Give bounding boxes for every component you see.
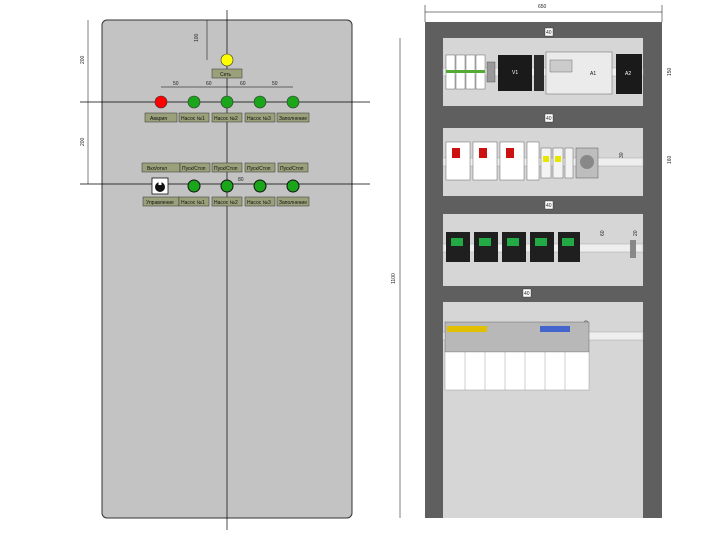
controller-a1-label: A1	[590, 71, 596, 77]
contactor-4	[526, 141, 540, 181]
indicator-power-lamp	[220, 53, 234, 67]
fuse-holder-1	[540, 147, 552, 179]
pump3-button[interactable]	[253, 179, 267, 193]
front-panel: 100 200 200 50 60 60 50 80 Сеть Авария Н…	[80, 10, 370, 530]
motor-breaker-4-dial	[535, 238, 547, 246]
dim-right-2: 160	[667, 155, 673, 164]
motor-breaker-2	[474, 232, 498, 262]
contactor-1	[445, 141, 471, 181]
end-stop	[630, 240, 636, 258]
control-bottom-label-4: Насос №3	[247, 200, 271, 206]
motor-breaker-3	[502, 232, 526, 262]
socket-module-face	[580, 155, 594, 169]
dim-s3: 60	[240, 81, 246, 87]
duct-gap-label-4: 40	[524, 291, 530, 297]
contactor-1-button	[452, 148, 460, 158]
terminal-strip-blue	[540, 326, 570, 332]
indicator-pump3-lamp	[253, 95, 267, 109]
motor-breaker-2-dial	[479, 238, 491, 246]
fill-button[interactable]	[286, 179, 300, 193]
indicator-pump3-label: Насос №3	[247, 116, 271, 122]
contactor-2	[472, 141, 498, 181]
dim-height-label: 1100	[391, 273, 397, 284]
dim-left-upper-label: 200	[80, 55, 86, 64]
breaker-green-band	[446, 70, 485, 73]
terminal-labels	[444, 351, 590, 391]
duct-gap-label-1: 40	[546, 30, 552, 36]
relay-module	[534, 55, 544, 91]
pump1-button[interactable]	[187, 179, 201, 193]
control-top-label-5: Пуск/Стоп	[280, 166, 304, 172]
pump2-button[interactable]	[220, 179, 234, 193]
terminal-strip-yellow	[447, 326, 487, 332]
dim-right-1: 150	[667, 67, 673, 76]
indicator-pump1-lamp	[187, 95, 201, 109]
dim-right-4: 60	[600, 230, 606, 236]
dim-right-5: 20	[633, 230, 639, 236]
dim-s4: 50	[272, 81, 278, 87]
fuse-holder-1-cap	[543, 156, 549, 162]
indicator-pump1-label: Насос №1	[181, 116, 205, 122]
contactor-3	[499, 141, 525, 181]
dim-row2-center: 80	[238, 177, 244, 183]
indicator-fill-lamp	[286, 95, 300, 109]
motor-breaker-4	[530, 232, 554, 262]
contactor-2-button	[479, 148, 487, 158]
contactor-3-button	[506, 148, 514, 158]
dim-top-label: 100	[194, 33, 200, 42]
motor-breaker-5	[558, 232, 580, 262]
control-top-label-3: Пуск/Стоп	[214, 166, 238, 172]
mounting-panel: 650 1100 40 40 40 40 150 160 30 60 20 10	[391, 4, 673, 518]
diagram-canvas: 100 200 200 50 60 60 50 80 Сеть Авария Н…	[80, 4, 673, 530]
dim-s1: 50	[173, 81, 179, 87]
cable-duct-2	[443, 106, 643, 128]
dim-s2: 60	[206, 81, 212, 87]
cable-duct-4	[443, 286, 643, 302]
cable-duct-1	[443, 28, 643, 38]
dim-right-3: 30	[619, 152, 625, 158]
controller-a1	[545, 51, 613, 95]
cable-duct-3	[443, 196, 643, 214]
module-a2-label: A2	[625, 71, 631, 77]
indicator-alarm-lamp	[154, 95, 168, 109]
motor-breaker-3-dial	[507, 238, 519, 246]
control-bottom-label-5: Заполнение	[279, 200, 307, 206]
duct-gap-label-2: 40	[546, 116, 552, 122]
motor-breaker-5-dial	[562, 238, 574, 246]
control-top-label-1: Вкл/откл	[147, 166, 167, 172]
indicator-fill-label: Заполнение	[279, 116, 307, 122]
indicator-pump2-label: Насос №2	[214, 116, 238, 122]
fuse-holder-2-cap	[555, 156, 561, 162]
indicator-power-label: Сеть	[220, 72, 232, 78]
indicator-pump2-lamp	[220, 95, 234, 109]
control-top-label-4: Пуск/Стоп	[247, 166, 271, 172]
control-bottom-label-1: Управление	[146, 200, 174, 206]
control-top-label-2: Пуск/Стоп	[182, 166, 206, 172]
power-supply-v1-label: V1	[512, 70, 518, 76]
dim-left-lower-label: 200	[80, 137, 86, 146]
dim-width-label: 650	[538, 4, 547, 10]
terminal-block	[486, 61, 496, 83]
duct-gap-label-3: 40	[546, 203, 552, 209]
mode-selector-handle	[158, 179, 162, 185]
motor-breaker-1	[446, 232, 470, 262]
fuse-holder-3	[564, 147, 574, 179]
indicator-alarm-label: Авария	[150, 116, 167, 122]
motor-breaker-1-dial	[451, 238, 463, 246]
controller-a1-display	[549, 59, 573, 73]
control-bottom-label-2: Насос №1	[181, 200, 205, 206]
fuse-holder-2	[552, 147, 564, 179]
control-bottom-label-3: Насос №2	[214, 200, 238, 206]
